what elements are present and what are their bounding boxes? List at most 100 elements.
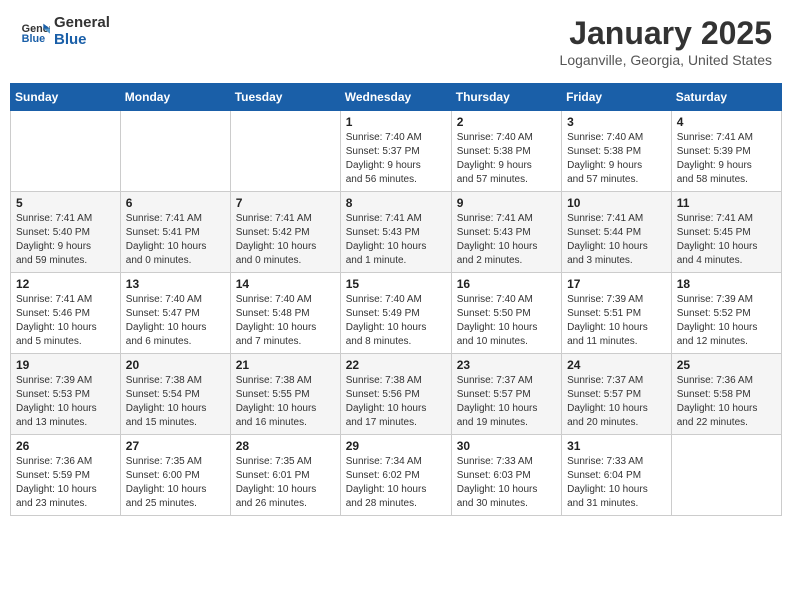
calendar-week-1: 1 Sunrise: 7:40 AMSunset: 5:37 PMDaylight…	[11, 111, 782, 192]
day-info: Sunrise: 7:33 AMSunset: 6:03 PMDaylight:…	[457, 455, 556, 511]
calendar-cell: 22 Sunrise: 7:38 AMSunset: 5:56 PMDayligh…	[340, 354, 451, 435]
day-number: 4	[677, 115, 776, 129]
day-number: 23	[457, 358, 556, 372]
day-info: Sunrise: 7:35 AMSunset: 6:01 PMDaylight:…	[236, 455, 335, 511]
day-info: Sunrise: 7:38 AMSunset: 5:56 PMDaylight:…	[346, 374, 446, 430]
calendar-week-2: 5Sunrise: 7:41 AMSunset: 5:40 PMDaylight…	[11, 192, 782, 273]
day-number: 2	[457, 115, 556, 129]
day-info: Sunrise: 7:40 AMSunset: 5:38 PMDaylight:…	[567, 131, 666, 187]
calendar-cell: 7 Sunrise: 7:41 AMSunset: 5:42 PMDaylight…	[230, 192, 340, 273]
day-info: Sunrise: 7:41 AMSunset: 5:44 PMDaylight:…	[567, 212, 666, 268]
day-number: 20	[126, 358, 225, 372]
weekday-header-thursday: Thursday	[451, 84, 561, 111]
day-info: Sunrise: 7:33 AMSunset: 6:04 PMDaylight:…	[567, 455, 666, 511]
calendar-cell: 4 Sunrise: 7:41 AMSunset: 5:39 PMDaylight…	[671, 111, 781, 192]
calendar-cell: 13 Sunrise: 7:40 AMSunset: 5:47 PMDayligh…	[120, 273, 230, 354]
calendar-cell	[11, 111, 121, 192]
day-number: 13	[126, 277, 225, 291]
day-number: 12	[16, 277, 115, 291]
calendar-week-5: 26 Sunrise: 7:36 AMSunset: 5:59 PMDayligh…	[11, 435, 782, 516]
weekday-header-saturday: Saturday	[671, 84, 781, 111]
day-number: 11	[677, 196, 776, 210]
calendar-cell: 30 Sunrise: 7:33 AMSunset: 6:03 PMDayligh…	[451, 435, 561, 516]
weekday-header-sunday: Sunday	[11, 84, 121, 111]
calendar-cell: 5Sunrise: 7:41 AMSunset: 5:40 PMDaylight…	[11, 192, 121, 273]
calendar-table: SundayMondayTuesdayWednesdayThursdayFrid…	[10, 83, 782, 516]
day-number: 31	[567, 439, 666, 453]
day-number: 3	[567, 115, 666, 129]
day-number: 15	[346, 277, 446, 291]
calendar-cell: 6Sunrise: 7:41 AMSunset: 5:41 PMDaylight…	[120, 192, 230, 273]
day-info: Sunrise: 7:40 AMSunset: 5:47 PMDaylight:…	[126, 293, 225, 349]
day-number: 28	[236, 439, 335, 453]
weekday-header-tuesday: Tuesday	[230, 84, 340, 111]
day-number: 9	[457, 196, 556, 210]
day-info: Sunrise: 7:40 AMSunset: 5:48 PMDaylight:…	[236, 293, 335, 349]
day-info: Sunrise: 7:36 AMSunset: 5:58 PMDaylight:…	[677, 374, 776, 430]
day-info: Sunrise: 7:41 AMSunset: 5:42 PMDaylight:…	[236, 212, 335, 268]
calendar-cell: 17 Sunrise: 7:39 AMSunset: 5:51 PMDayligh…	[562, 273, 672, 354]
calendar-cell: 8Sunrise: 7:41 AMSunset: 5:43 PMDaylight…	[340, 192, 451, 273]
calendar-cell	[671, 435, 781, 516]
day-info: Sunrise: 7:35 AMSunset: 6:00 PMDaylight:…	[126, 455, 225, 511]
day-info: Sunrise: 7:40 AMSunset: 5:38 PMDaylight:…	[457, 131, 556, 187]
logo-blue: Blue	[54, 32, 110, 49]
calendar-cell: 9Sunrise: 7:41 AMSunset: 5:43 PMDaylight…	[451, 192, 561, 273]
day-info: Sunrise: 7:39 AMSunset: 5:53 PMDaylight:…	[16, 374, 115, 430]
day-info: Sunrise: 7:39 AMSunset: 5:51 PMDaylight:…	[567, 293, 666, 349]
calendar-cell: 11 Sunrise: 7:41 AMSunset: 5:45 PMDayligh…	[671, 192, 781, 273]
page-header: General Blue General Blue January 2025 L…	[10, 10, 782, 73]
calendar-cell: 23Sunrise: 7:37 AMSunset: 5:57 PMDayligh…	[451, 354, 561, 435]
day-number: 30	[457, 439, 556, 453]
day-number: 6	[126, 196, 225, 210]
day-number: 29	[346, 439, 446, 453]
weekday-header-row: SundayMondayTuesdayWednesdayThursdayFrid…	[11, 84, 782, 111]
day-info: Sunrise: 7:34 AMSunset: 6:02 PMDaylight:…	[346, 455, 446, 511]
calendar-cell: 12Sunrise: 7:41 AMSunset: 5:46 PMDayligh…	[11, 273, 121, 354]
logo-general: General	[54, 15, 110, 32]
logo-icon: General Blue	[20, 17, 50, 47]
calendar-cell	[230, 111, 340, 192]
calendar-cell: 15Sunrise: 7:40 AMSunset: 5:49 PMDayligh…	[340, 273, 451, 354]
weekday-header-monday: Monday	[120, 84, 230, 111]
day-number: 22	[346, 358, 446, 372]
calendar-cell: 25 Sunrise: 7:36 AMSunset: 5:58 PMDayligh…	[671, 354, 781, 435]
calendar-cell: 16Sunrise: 7:40 AMSunset: 5:50 PMDayligh…	[451, 273, 561, 354]
location-title: Loganville, Georgia, United States	[560, 52, 772, 68]
title-area: January 2025 Loganville, Georgia, United…	[560, 15, 772, 68]
day-number: 25	[677, 358, 776, 372]
day-info: Sunrise: 7:38 AMSunset: 5:55 PMDaylight:…	[236, 374, 335, 430]
month-title: January 2025	[560, 15, 772, 52]
day-number: 8	[346, 196, 446, 210]
day-number: 19	[16, 358, 115, 372]
day-number: 5	[16, 196, 115, 210]
day-number: 18	[677, 277, 776, 291]
day-info: Sunrise: 7:36 AMSunset: 5:59 PMDaylight:…	[16, 455, 115, 511]
day-info: Sunrise: 7:41 AMSunset: 5:45 PMDaylight:…	[677, 212, 776, 268]
calendar-week-4: 19 Sunrise: 7:39 AMSunset: 5:53 PMDayligh…	[11, 354, 782, 435]
calendar-cell: 21 Sunrise: 7:38 AMSunset: 5:55 PMDayligh…	[230, 354, 340, 435]
calendar-cell: 14Sunrise: 7:40 AMSunset: 5:48 PMDayligh…	[230, 273, 340, 354]
calendar-cell: 1 Sunrise: 7:40 AMSunset: 5:37 PMDaylight…	[340, 111, 451, 192]
day-number: 17	[567, 277, 666, 291]
day-info: Sunrise: 7:41 AMSunset: 5:39 PMDaylight:…	[677, 131, 776, 187]
day-info: Sunrise: 7:39 AMSunset: 5:52 PMDaylight:…	[677, 293, 776, 349]
calendar-cell: 2 Sunrise: 7:40 AMSunset: 5:38 PMDaylight…	[451, 111, 561, 192]
day-number: 7	[236, 196, 335, 210]
day-info: Sunrise: 7:40 AMSunset: 5:37 PMDaylight:…	[346, 131, 446, 187]
day-number: 10	[567, 196, 666, 210]
calendar-cell: 27Sunrise: 7:35 AMSunset: 6:00 PMDayligh…	[120, 435, 230, 516]
day-number: 21	[236, 358, 335, 372]
day-number: 26	[16, 439, 115, 453]
weekday-header-wednesday: Wednesday	[340, 84, 451, 111]
day-number: 24	[567, 358, 666, 372]
calendar-cell: 20Sunrise: 7:38 AMSunset: 5:54 PMDayligh…	[120, 354, 230, 435]
calendar-cell: 28 Sunrise: 7:35 AMSunset: 6:01 PMDayligh…	[230, 435, 340, 516]
calendar-week-3: 12Sunrise: 7:41 AMSunset: 5:46 PMDayligh…	[11, 273, 782, 354]
calendar-cell: 26 Sunrise: 7:36 AMSunset: 5:59 PMDayligh…	[11, 435, 121, 516]
calendar-cell: 29 Sunrise: 7:34 AMSunset: 6:02 PMDayligh…	[340, 435, 451, 516]
day-number: 1	[346, 115, 446, 129]
svg-text:Blue: Blue	[22, 33, 45, 45]
calendar-cell: 3 Sunrise: 7:40 AMSunset: 5:38 PMDaylight…	[562, 111, 672, 192]
logo: General Blue General Blue	[20, 15, 110, 48]
